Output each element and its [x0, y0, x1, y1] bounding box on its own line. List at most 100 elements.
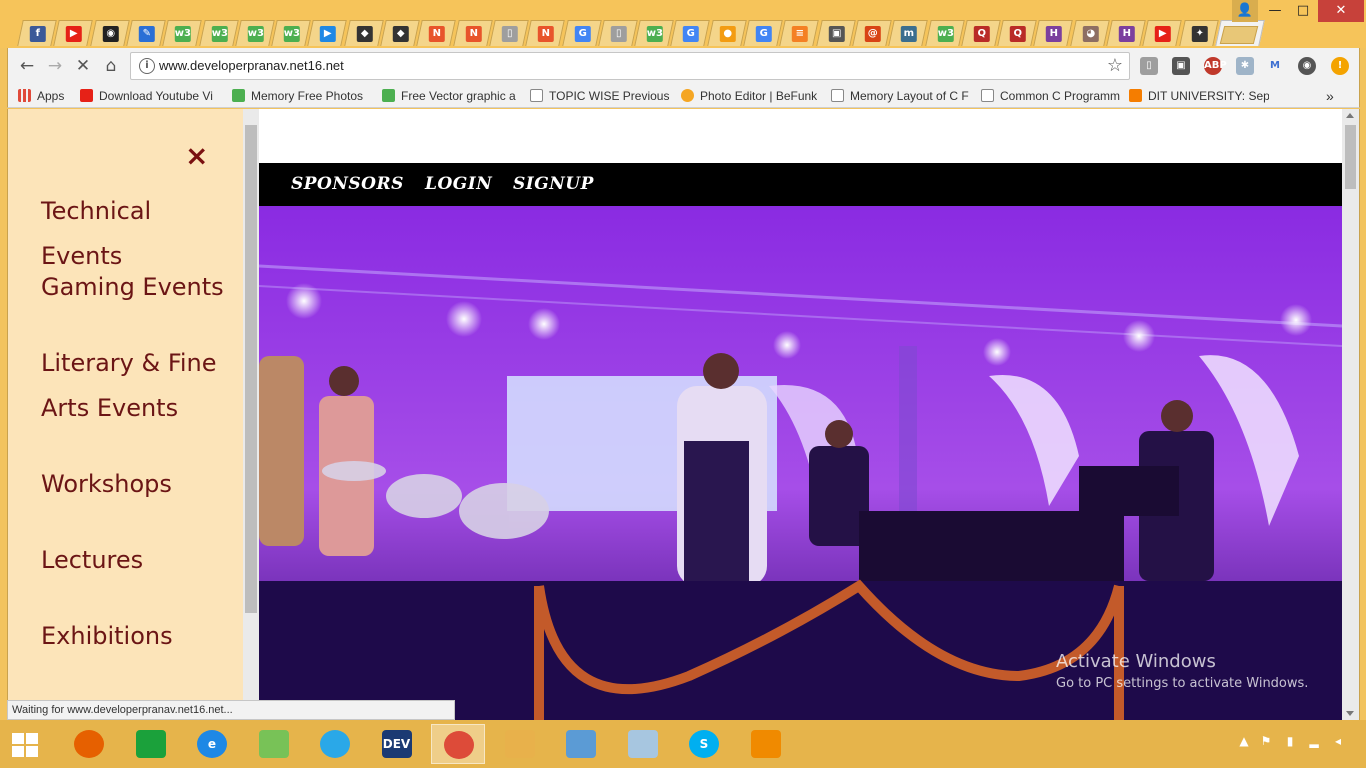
- nav-signup-link[interactable]: SIGNUP: [513, 174, 594, 194]
- taskbar-app[interactable]: e: [185, 724, 239, 764]
- signal-icon[interactable]: ▂: [1306, 734, 1322, 752]
- browser-tab[interactable]: N: [452, 20, 493, 46]
- scrollbar-thumb[interactable]: [245, 125, 257, 613]
- gmail-icon[interactable]: M: [1266, 57, 1284, 75]
- browser-tab[interactable]: @: [852, 20, 892, 46]
- stop-loading-icon[interactable]: ✕: [72, 55, 94, 77]
- browser-tab[interactable]: ✦: [1178, 20, 1219, 46]
- bookmarks-overflow-button[interactable]: »: [1326, 87, 1346, 105]
- browser-tab[interactable]: G: [670, 20, 711, 46]
- windows-start-icon[interactable]: [12, 733, 38, 757]
- browser-tab[interactable]: w3: [198, 20, 239, 46]
- nav-login-link[interactable]: LOGIN: [425, 174, 492, 194]
- browser-tab[interactable]: ◆: [380, 20, 420, 46]
- chevron-up-icon[interactable]: ▲: [1236, 734, 1252, 752]
- side-item-exhibitions[interactable]: Exhibitions: [41, 614, 236, 659]
- taskbar-app[interactable]: [124, 724, 178, 764]
- bookmark-youtube[interactable]: Download Youtube Vi: [80, 87, 220, 105]
- taskbar-app[interactable]: [247, 724, 301, 764]
- address-bar[interactable]: i www.developerpranav.net16.net ☆: [130, 52, 1130, 80]
- browser-tab[interactable]: ●: [706, 20, 747, 46]
- bookmark-star-icon[interactable]: ☆: [1107, 55, 1123, 76]
- owl-icon: ◕: [1082, 26, 1099, 42]
- bookmark-befunky[interactable]: Photo Editor | BeFunk: [681, 87, 821, 105]
- sidenav-scrollbar[interactable]: [243, 109, 259, 720]
- browser-tab[interactable]: N: [416, 20, 457, 46]
- new-tab-button[interactable]: [1219, 26, 1259, 44]
- browser-tab[interactable]: H: [1106, 20, 1146, 46]
- browser-tab[interactable]: f: [17, 20, 57, 46]
- browser-tab[interactable]: ▶: [1142, 20, 1183, 46]
- side-item-literary-fine-arts[interactable]: Literary & Fine Arts Events: [41, 341, 236, 431]
- browser-tab[interactable]: ▶: [307, 20, 348, 46]
- taskbar-app[interactable]: [62, 724, 116, 764]
- bookmark-topic-wise[interactable]: TOPIC WISE Previous: [530, 87, 670, 105]
- browser-tab[interactable]: ▣: [815, 20, 856, 46]
- lock-extension-icon[interactable]: ▣: [1172, 57, 1190, 75]
- nav-sponsors-link[interactable]: SPONSORS: [291, 174, 404, 194]
- taskbar-app[interactable]: DEV: [370, 724, 424, 764]
- page-scrollbar[interactable]: [1342, 109, 1359, 720]
- browser-tab[interactable]: w3: [634, 20, 674, 46]
- bookmark-memory-layout[interactable]: Memory Layout of C F: [831, 87, 971, 105]
- side-item-workshops[interactable]: Workshops: [41, 462, 236, 507]
- scroll-up-arrow-icon[interactable]: [1346, 113, 1354, 118]
- adblock-icon[interactable]: ABP: [1204, 57, 1227, 75]
- taskbar-app[interactable]: [493, 724, 547, 764]
- battery-icon[interactable]: ▮: [1282, 734, 1298, 752]
- browser-tab[interactable]: G: [561, 20, 602, 46]
- tab-strip: f▶◉✎w3w3w3w3▶◆◆NN▯NG▯w3G●G≡▣@mw3QQH◕H▶✦×: [0, 0, 1366, 48]
- browser-tab[interactable]: w3: [271, 20, 311, 46]
- browser-tab[interactable]: w3: [924, 20, 965, 46]
- browser-tab[interactable]: m: [888, 20, 928, 46]
- info-icon[interactable]: i: [139, 58, 155, 74]
- user-icon[interactable]: 👤: [1232, 0, 1258, 22]
- browser-tab[interactable]: ▶: [53, 20, 94, 46]
- taskbar-app[interactable]: [431, 724, 485, 764]
- side-item-gaming-events[interactable]: Gaming Events: [41, 265, 236, 310]
- browser-tab[interactable]: ▯: [489, 20, 529, 46]
- maximize-button[interactable]: □: [1290, 0, 1316, 22]
- n-logo-icon: N: [537, 26, 554, 42]
- bookmark-memory-photos[interactable]: Memory Free Photos: [232, 87, 372, 105]
- flag-icon[interactable]: ⚑: [1258, 734, 1274, 752]
- taskbar-app[interactable]: [554, 724, 608, 764]
- volume-icon[interactable]: ◂: [1330, 734, 1346, 752]
- browser-tab[interactable]: N: [525, 20, 565, 46]
- bookmark-common-c[interactable]: Common C Programm: [981, 87, 1121, 105]
- browser-tab[interactable]: H: [1033, 20, 1074, 46]
- taskbar-app[interactable]: [739, 724, 793, 764]
- browser-tab[interactable]: Q: [961, 20, 1001, 46]
- watermark-title: Activate Windows: [1056, 651, 1216, 672]
- url-text[interactable]: www.developerpranav.net16.net: [159, 58, 344, 73]
- back-arrow-icon[interactable]: ←: [16, 55, 38, 77]
- close-window-button[interactable]: ✕: [1318, 0, 1364, 22]
- browser-tab[interactable]: G: [743, 20, 783, 46]
- extension-icon[interactable]: ▯: [1140, 57, 1158, 75]
- minimize-button[interactable]: —: [1262, 0, 1288, 22]
- browser-tab[interactable]: ▯: [598, 20, 638, 46]
- close-icon[interactable]: ×: [185, 139, 208, 172]
- browser-tab[interactable]: w3: [235, 20, 275, 46]
- taskbar-app[interactable]: [616, 724, 670, 764]
- browser-tab[interactable]: ◉: [89, 20, 130, 46]
- home-icon[interactable]: ⌂: [100, 55, 122, 77]
- bookmark-dit-university[interactable]: DIT UNIVERSITY: Sept: [1129, 87, 1269, 105]
- puzzle-extension-icon[interactable]: ✱: [1236, 57, 1254, 75]
- browser-tab[interactable]: ◆: [343, 20, 384, 46]
- scrollbar-thumb[interactable]: [1345, 125, 1356, 189]
- browser-tab[interactable]: ✎: [126, 20, 166, 46]
- forward-arrow-icon[interactable]: →: [44, 55, 66, 77]
- browser-tab[interactable]: ≡: [779, 20, 820, 46]
- browser-tab[interactable]: w3: [162, 20, 202, 46]
- bookmark-free-vector[interactable]: Free Vector graphic a: [382, 87, 522, 105]
- taskbar-app[interactable]: S: [677, 724, 731, 764]
- bookmark-apps[interactable]: Apps: [18, 87, 78, 105]
- scroll-down-arrow-icon[interactable]: [1346, 711, 1354, 716]
- globe-extension-icon[interactable]: ◉: [1298, 57, 1316, 75]
- browser-tab[interactable]: Q: [997, 20, 1037, 46]
- taskbar-app[interactable]: [308, 724, 362, 764]
- side-item-lectures[interactable]: Lectures: [41, 538, 236, 583]
- browser-tab[interactable]: ◕: [1069, 20, 1110, 46]
- menu-alert-icon[interactable]: !: [1331, 57, 1349, 75]
